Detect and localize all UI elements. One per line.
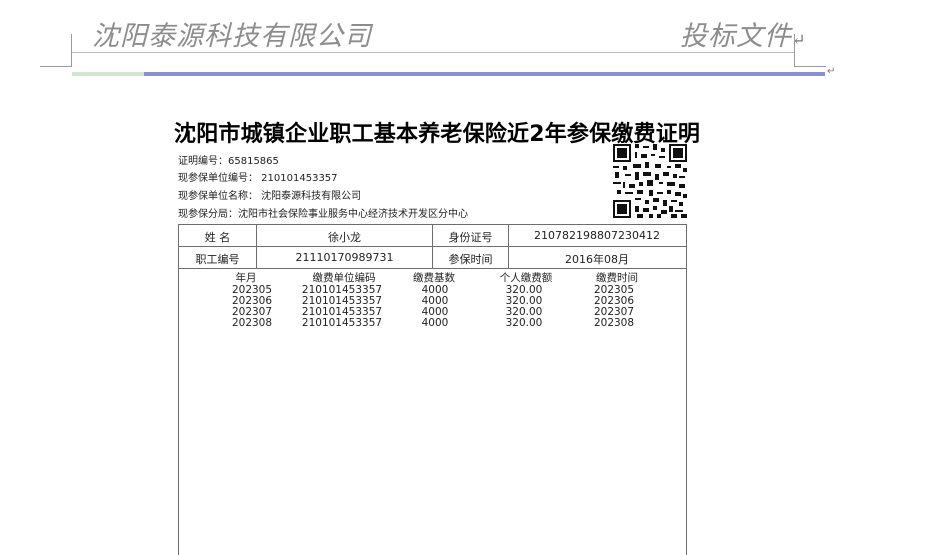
employee-no-value: 21110170989731 xyxy=(295,251,394,264)
row-base: 4000 xyxy=(421,317,449,329)
header-rule xyxy=(72,52,794,53)
row-unit-code: 210101453357 xyxy=(301,317,383,329)
unit-code: 现参保单位编号： 210101453357 xyxy=(178,173,338,184)
row-personal-amount: 320.00 xyxy=(505,317,543,329)
table-row-divider xyxy=(178,268,686,269)
certificate-number: 证明编号：65815865 xyxy=(178,156,279,167)
header-doc-label: 投标文件 xyxy=(680,21,792,52)
header-company-name: 沈阳泰源科技有限公司 xyxy=(92,21,372,52)
join-date-label: 参保时间 xyxy=(448,253,493,266)
column-header-month: 年月 xyxy=(235,272,257,284)
employee-no-label: 职工编号 xyxy=(195,253,240,266)
column-header-personal-amount: 个人缴费额 xyxy=(499,272,553,284)
branch-office: 现参保分局：沈阳市社会保险事业服务中心经济技术开发区分中心 xyxy=(178,209,468,220)
id-value: 210782198807230412 xyxy=(534,229,660,242)
qr-code-icon xyxy=(613,144,687,218)
row-month: 202308 xyxy=(231,317,273,329)
crop-mark-right-vertical xyxy=(794,34,795,67)
header-accent-bar-blue xyxy=(144,72,825,76)
column-header-unit-code: 缴费单位编码 xyxy=(312,272,376,284)
crop-mark-left-horizontal xyxy=(40,66,72,67)
column-header-base: 缴费基数 xyxy=(413,272,455,284)
id-label: 身份证号 xyxy=(448,231,493,244)
paragraph-mark-icon: ↵ xyxy=(827,66,836,77)
column-header-pay-time: 缴费时间 xyxy=(596,272,638,284)
row-pay-time: 202308 xyxy=(593,317,635,329)
name-label: 姓 名 xyxy=(204,231,231,244)
name-value: 徐小龙 xyxy=(328,231,361,244)
header-document-type: 投标文件↵ xyxy=(680,14,806,53)
join-date-value: 2016年08月 xyxy=(565,253,629,266)
crop-mark-right-horizontal xyxy=(794,66,826,67)
crop-mark-left-vertical xyxy=(71,34,72,67)
unit-name: 现参保单位名称： 沈阳泰源科技有限公司 xyxy=(178,191,362,202)
header-accent-bar-green xyxy=(72,72,144,76)
